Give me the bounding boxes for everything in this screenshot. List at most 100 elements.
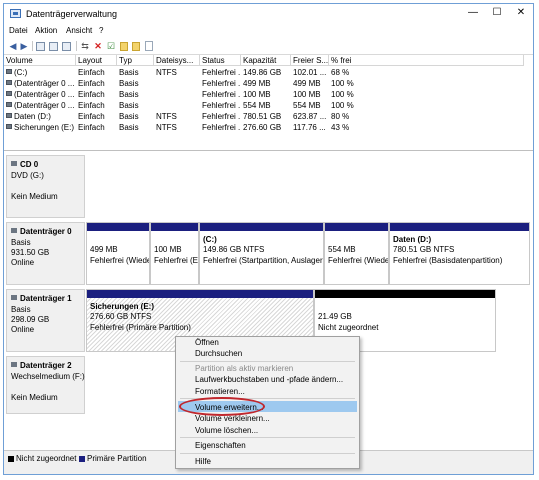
delete-icon[interactable]: ✕ (93, 41, 103, 51)
cell-freier-speicher: 100 MB (293, 90, 321, 99)
folder-icon[interactable] (120, 42, 128, 51)
cell-kapazitaet: 499 MB (243, 79, 271, 88)
cell-volume: Sicherungen (E:) (14, 123, 75, 132)
title-bar: Datenträgerverwaltung — ☐ ✕ (4, 4, 533, 24)
disk-size: 298.09 GB (11, 315, 50, 324)
cell-freier-speicher: 554 MB (293, 101, 321, 110)
disk-status: Online (11, 258, 35, 267)
menu-item-volume-loeschen[interactable]: Volume löschen... (195, 426, 258, 435)
menu-item-als-aktiv-markieren[interactable]: Partition als aktiv markieren (195, 364, 293, 373)
menu-item-laufwerkbuchstaben-aendern[interactable]: Laufwerkbuchstaben und -pfade ändern... (195, 375, 343, 384)
column-header-prozent-frei[interactable]: % frei (329, 55, 524, 66)
table-row[interactable]: (Datenträger 0 ... Einfach Basis Fehlerf… (4, 78, 533, 89)
column-header-kapazitaet[interactable]: Kapazität (241, 55, 291, 66)
partition-disk0-recovery-1[interactable]: 499 MB Fehlerfrei (Wieder (86, 222, 150, 285)
disk-label-disk0[interactable]: Datenträger 0 Basis 931.50 GB Online (6, 222, 85, 285)
menu-datei[interactable]: Datei (9, 26, 28, 35)
disk-type: Basis (11, 238, 31, 247)
menu-help[interactable]: ? (99, 26, 103, 35)
cell-dateisystem: NTFS (156, 123, 177, 132)
partition-status: Fehlerfrei (Primäre Partition) (90, 323, 191, 332)
menu-separator (180, 361, 355, 362)
column-header-typ[interactable]: Typ (117, 55, 154, 66)
hard-disk-icon (11, 228, 17, 234)
menu-ansicht[interactable]: Ansicht (66, 26, 92, 35)
legend-unallocated: Nicht zugeordnet (16, 454, 77, 463)
connect-icon[interactable]: ⇆ (80, 41, 90, 51)
table-row[interactable]: (Datenträger 0 ... Einfach Basis Fehlerf… (4, 100, 533, 111)
menu-item-eigenschaften[interactable]: Eigenschaften (195, 441, 246, 450)
menu-separator (180, 453, 355, 454)
console-icon[interactable] (36, 42, 45, 51)
forward-arrow-icon[interactable]: ▶ (19, 41, 29, 51)
cell-typ: Basis (119, 112, 139, 121)
disk-drive: Wechselmedium (F:) (11, 372, 85, 381)
table-row[interactable]: Sicherungen (E:) Einfach Basis NTFS Fehl… (4, 122, 533, 133)
minimize-button[interactable]: — (462, 4, 484, 22)
help-icon[interactable] (49, 42, 58, 51)
cell-status: Fehlerfrei ... (202, 123, 241, 132)
disk-label-cd0[interactable]: CD 0 DVD (G:) Kein Medium (6, 155, 85, 218)
column-header-freier-speicher[interactable]: Freier S... (291, 55, 329, 66)
menu-aktion[interactable]: Aktion (35, 26, 57, 35)
partition-size: 499 MB (90, 245, 118, 254)
menu-bar: Datei Aktion Ansicht ? (4, 24, 533, 38)
cell-prozent-frei: 68 % (331, 68, 350, 77)
partition-size: 149.86 GB NTFS (203, 245, 265, 254)
close-button[interactable]: ✕ (510, 4, 532, 22)
column-header-dateisystem[interactable]: Dateisys... (154, 55, 200, 66)
table-row[interactable]: (C:) Einfach Basis NTFS Fehlerfrei ... 1… (4, 67, 533, 78)
cell-layout: Einfach (78, 90, 105, 99)
partition-size: 21.49 GB (318, 312, 352, 321)
partition-size: 554 MB (328, 245, 356, 254)
cell-layout: Einfach (78, 101, 105, 110)
cell-layout: Einfach (78, 123, 105, 132)
menu-item-oeffnen[interactable]: Öffnen (195, 338, 219, 347)
disk-media-status: Kein Medium (11, 393, 58, 402)
volume-icon (6, 80, 12, 86)
partition-disk0-c[interactable]: (C:) 149.86 GB NTFS Fehlerfrei (Startpar… (199, 222, 324, 285)
back-arrow-icon[interactable]: ◀ (8, 41, 18, 51)
partition-disk0-efi[interactable]: 100 MB Fehlerfrei (EI (150, 222, 199, 285)
legend-primary: Primäre Partition (87, 454, 147, 463)
maximize-button[interactable]: ☐ (486, 4, 508, 22)
column-header-layout[interactable]: Layout (76, 55, 117, 66)
partition-disk0-d[interactable]: Daten (D:) 780.51 GB NTFS Fehlerfrei (Ba… (389, 222, 530, 285)
cell-freier-speicher: 499 MB (293, 79, 321, 88)
cell-freier-speicher: 117.76 ... (293, 123, 326, 132)
cell-dateisystem: NTFS (156, 68, 177, 77)
hard-disk-icon (11, 295, 17, 301)
toolbar: ◀ ▶ ⇆ ✕ ☑ (4, 38, 533, 55)
page-icon[interactable] (145, 41, 153, 51)
menu-item-durchsuchen[interactable]: Durchsuchen (195, 349, 242, 358)
disk-area-cd0 (86, 155, 530, 218)
disk-label-disk2[interactable]: Datenträger 2 Wechselmedium (F:) Kein Me… (6, 356, 85, 414)
cell-status: Fehlerfrei ... (202, 68, 241, 77)
partition-disk0-recovery-2[interactable]: 554 MB Fehlerfrei (Wieder (324, 222, 389, 285)
cell-dateisystem (154, 89, 200, 100)
cell-layout: Einfach (78, 79, 105, 88)
cell-typ: Basis (119, 79, 139, 88)
cell-kapazitaet: 100 MB (243, 90, 271, 99)
volume-icon (6, 113, 12, 119)
annotation-oval (179, 397, 265, 416)
table-row[interactable]: Daten (D:) Einfach Basis NTFS Fehlerfrei… (4, 111, 533, 122)
cell-volume: (Datenträger 0 ... (14, 101, 75, 110)
disk-label-disk1[interactable]: Datenträger 1 Basis 298.09 GB Online (6, 289, 85, 352)
cell-prozent-frei: 100 % (331, 79, 354, 88)
folder-icon[interactable] (132, 42, 140, 51)
check-icon[interactable]: ☑ (106, 41, 116, 51)
cell-kapazitaet: 149.86 GB (243, 68, 282, 77)
menu-item-formatieren[interactable]: Formatieren... (195, 387, 245, 396)
cell-volume: (Datenträger 0 ... (14, 90, 75, 99)
partition-status: Nicht zugeordnet (318, 323, 379, 332)
table-row[interactable]: (Datenträger 0 ... Einfach Basis Fehlerf… (4, 89, 533, 100)
partition-status: Fehlerfrei (Wieder (328, 256, 389, 265)
column-header-status[interactable]: Status (200, 55, 241, 66)
cell-typ: Basis (119, 101, 139, 110)
column-header-volume[interactable]: Volume (4, 55, 76, 66)
menu-item-hilfe[interactable]: Hilfe (195, 457, 211, 466)
properties-icon[interactable] (62, 42, 71, 51)
legend-swatch-unallocated (8, 456, 14, 462)
cell-status: Fehlerfrei ... (202, 112, 241, 121)
